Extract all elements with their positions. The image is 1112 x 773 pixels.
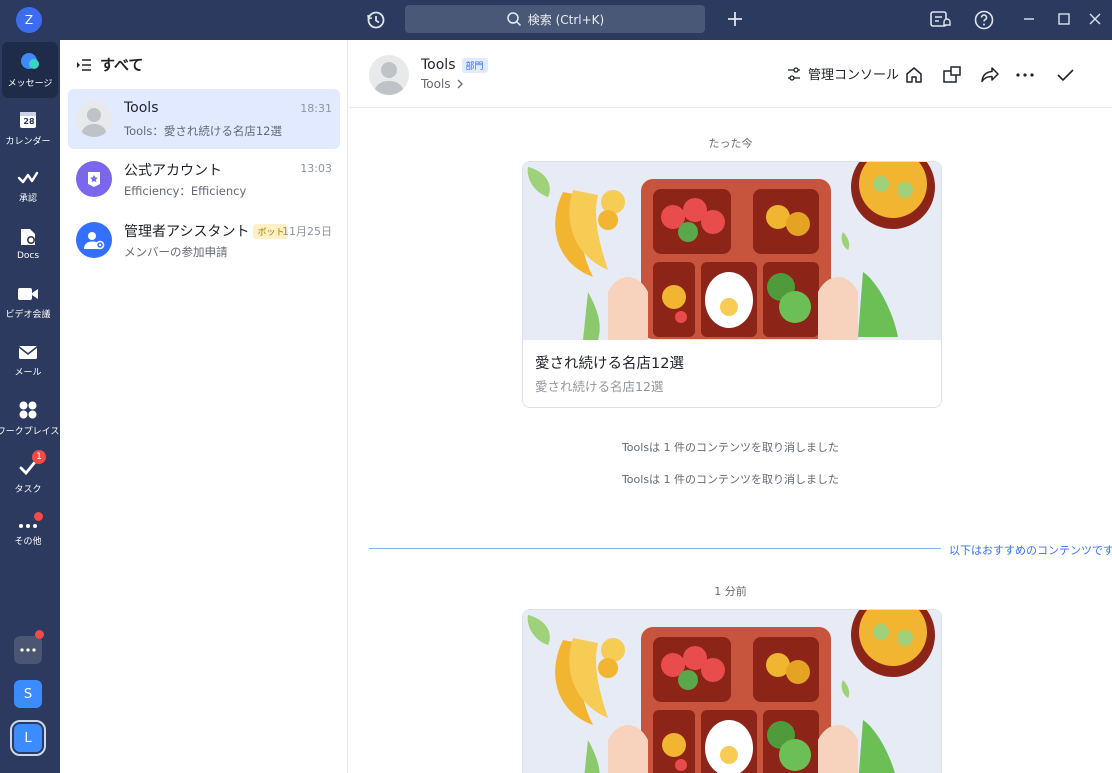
checkmark-icon[interactable] [1054,64,1076,86]
search-placeholder: 検索 (Ctrl+K) [527,12,605,27]
rail-label: カレンダー [5,136,51,147]
card-title: 愛され続ける名店12選 [535,356,684,372]
chat-preview: Efficiency：Efficiency [124,184,247,198]
title-bar: Z 検索 (Ctrl+K) [0,0,1112,40]
bento-illustration [523,162,941,340]
chat-avatar[interactable] [369,55,409,95]
approval-icon [17,171,39,183]
search-icon [507,12,521,27]
system-message: Toolsは 1 件のコンテンツを取り消しました [621,441,840,454]
apps-badge-dot [35,630,44,639]
mail-icon [18,345,38,359]
avatar [76,161,112,197]
recommend-label[interactable]: 以下はおすすめのコンテンツです [949,542,1112,558]
message-card[interactable] [522,609,942,773]
chat-time: 13:03 [300,162,332,175]
rail-item-messages[interactable]: メッセージ [2,42,58,98]
default-avatar-icon [81,108,107,137]
rail-item-calendar[interactable]: カレンダー [0,100,56,156]
video-icon [18,287,38,300]
chat-name: Tools [124,100,159,116]
chat-list-panel: すべて Tools Tools：愛され続ける名店12選 18:31 公式アカウン… [60,40,348,773]
chat-main: Tools 部門 Tools 管理コンソール たった今 愛され続ける名店12選 … [349,40,1112,773]
timestamp: 1 分前 [714,585,747,598]
rail-label: Docs [16,251,40,261]
more-options-icon[interactable] [1014,64,1036,86]
bento-image [523,162,941,340]
rail-label: メッセージ [7,78,53,89]
workspace-l[interactable]: L [10,720,46,756]
chat-preview: Tools：愛され続ける名店12選 [124,124,282,138]
admin-console-button[interactable]: 管理コンソール [786,64,899,83]
new-window-icon[interactable] [941,64,963,86]
chat-time: 18:31 [300,102,332,115]
chat-preview: メンバーの参加申請 [124,245,228,259]
share-icon[interactable] [979,64,1001,86]
chat-item-official[interactable]: 公式アカウント Efficiency：Efficiency 13:03 [68,149,340,209]
rail-item-task[interactable]: 1 タスク [0,448,56,504]
more-apps-button[interactable] [14,630,44,664]
message-card[interactable]: 愛され続ける名店12選 愛され続ける名店12選 [522,161,942,408]
default-avatar-icon [374,62,404,95]
chat-item-tools[interactable]: Tools Tools：愛され続ける名店12選 18:31 [68,89,340,149]
rail-item-approval[interactable]: 承認 [0,158,56,214]
card-subtitle: 愛され続ける名店12選 [535,379,664,394]
avatar [76,101,112,137]
timestamp: たった今 [708,137,753,150]
filter-menu-icon[interactable] [76,58,92,72]
more-badge-dot [34,512,43,521]
workspace-s[interactable]: S [14,680,42,708]
chat-time: 11月25日 [282,225,332,238]
rail-label: メール [14,367,42,378]
notification-settings-icon[interactable] [928,8,952,32]
more-icon [19,523,37,528]
chat-name: 公式アカウント [124,163,222,179]
chat-subtitle[interactable]: Tools [421,77,466,91]
chat-list-header[interactable]: すべて [76,54,143,75]
help-icon[interactable] [972,8,996,32]
department-tag: 部門 [461,57,488,73]
chat-title[interactable]: Tools 部門 [421,57,488,73]
rail-label: ワークプレイス [0,426,60,437]
rail-label: その他 [14,536,42,547]
system-message: Toolsは 1 件のコンテンツを取り消しました [621,473,840,486]
chat-header: Tools 部門 Tools 管理コンソール [349,40,1112,108]
user-avatar[interactable]: Z [16,7,42,33]
official-account-icon [88,172,100,187]
rail-label: 承認 [18,193,37,204]
chat-list-title: すべて [100,56,144,74]
sliders-icon [788,66,800,81]
search-input[interactable]: 検索 (Ctrl+K) [405,5,705,33]
more-dots-icon [20,648,36,652]
rail-label: タスク [14,484,42,495]
chat-item-admin-assistant[interactable]: 管理者アシスタント ボット メンバーの参加申請 11月25日 [68,210,340,270]
recommend-divider [369,548,941,549]
rail-item-docs[interactable]: Docs [0,216,56,272]
docs-icon [21,229,35,245]
chat-name: 管理者アシスタント ボット [124,221,289,241]
history-icon[interactable] [364,8,388,32]
rail-item-mail[interactable]: メール [0,332,56,388]
rail-item-more[interactable]: その他 [0,506,56,562]
plus-icon[interactable] [724,8,746,30]
bento-illustration [523,610,941,773]
home-icon[interactable] [903,64,925,86]
bento-image [523,610,941,773]
chevron-right-icon [457,79,463,89]
rail-item-workplace[interactable]: ワークプレイス [0,390,60,446]
calendar-day: 28 [23,117,35,126]
avatar [76,222,112,258]
workplace-icon [19,401,37,418]
rail-item-video[interactable]: ビデオ会議 [0,274,56,330]
app-sidebar: メッセージ カレンダー 承認 Docs ビデオ会議 メール ワークプレイス 1 … [0,40,60,773]
maximize-icon[interactable] [1053,8,1075,30]
close-icon[interactable] [1084,8,1106,30]
task-badge: 1 [32,450,46,464]
message-icon [21,52,39,69]
minimize-icon[interactable] [1018,8,1040,30]
admin-assistant-icon [84,232,105,250]
rail-label: ビデオ会議 [5,309,51,320]
